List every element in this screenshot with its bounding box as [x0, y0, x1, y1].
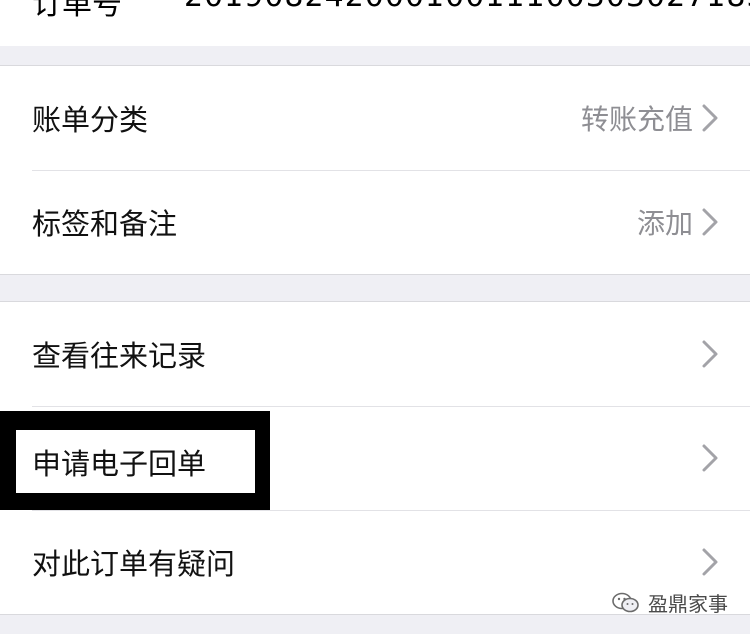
chevron-right-icon	[702, 104, 718, 132]
bill-category-row[interactable]: 账单分类 转账充值	[0, 66, 750, 170]
order-question-label: 对此订单有疑问	[32, 547, 236, 581]
highlight-inner: 申请电子回单	[16, 430, 255, 493]
bill-info-group: 账单分类 转账充值 标签和备注 添加	[0, 65, 750, 275]
chevron-right-icon	[702, 208, 718, 236]
order-number-value: 2019082420001001110030302718574	[184, 0, 750, 14]
e-receipt-label[interactable]: 申请电子回单	[32, 441, 206, 483]
order-number-row: 订单号 2019082420001001110030302718574	[0, 0, 750, 46]
tags-notes-value: 添加	[636, 207, 693, 240]
chevron-right-icon	[702, 340, 718, 368]
chevron-right-icon	[702, 548, 718, 576]
order-number-label: 订单号	[32, 0, 122, 22]
watermark: 盈鼎家事	[612, 588, 728, 617]
highlight-annotation-box: 申请电子回单	[0, 411, 270, 510]
bill-category-label: 账单分类	[32, 103, 149, 137]
tags-notes-row[interactable]: 标签和备注 添加	[0, 170, 750, 274]
bill-category-value: 转账充值	[580, 103, 693, 136]
view-history-row[interactable]: 查看往来记录	[0, 302, 750, 406]
chevron-right-icon	[702, 444, 718, 472]
watermark-text: 盈鼎家事	[648, 592, 728, 616]
wechat-icon	[612, 592, 639, 612]
view-history-label: 查看往来记录	[32, 339, 207, 373]
tags-notes-label: 标签和备注	[32, 207, 178, 241]
